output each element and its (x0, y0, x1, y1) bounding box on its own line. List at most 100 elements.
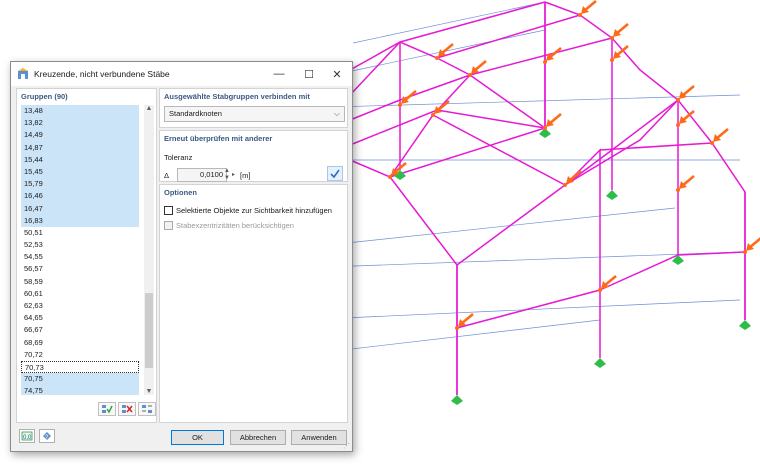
member-line[interactable] (564, 99, 679, 186)
group-list-item[interactable]: 16,47 (21, 202, 139, 215)
dialog-titlebar[interactable]: Kreuzende, nicht verbundene Stäbe — ☐ ✕ (11, 62, 352, 86)
select-all-button[interactable] (98, 402, 116, 416)
scroll-down-icon[interactable]: ▼ (144, 388, 154, 395)
intersection-point[interactable] (563, 183, 567, 187)
group-list-item[interactable]: 15,44 (21, 153, 139, 166)
crossing-members-dialog: Kreuzende, nicht verbundene Stäbe — ☐ ✕ … (10, 61, 353, 452)
group-list-item[interactable]: 58,59 (21, 276, 139, 288)
chevron-down-icon: ⌵ (333, 109, 340, 118)
close-button[interactable]: ✕ (322, 62, 352, 86)
scroll-up-icon[interactable]: ▲ (144, 105, 154, 112)
member-line[interactable] (456, 148, 601, 358)
intersection-point[interactable] (676, 188, 680, 192)
intersection-point[interactable] (676, 98, 680, 102)
invert-selection-icon (142, 405, 152, 413)
group-list-item[interactable]: 14,87 (21, 141, 139, 154)
connect-panel: Ausgewählte Stabgruppen verbinden mit St… (159, 88, 348, 128)
group-list-item[interactable]: 62,63 (21, 300, 139, 312)
apply-button[interactable]: Anwenden (291, 430, 347, 445)
group-list-item[interactable]: 56,57 (21, 263, 139, 275)
member-line[interactable] (399, 1, 546, 43)
group-list-item[interactable]: 14,49 (21, 129, 139, 142)
group-list-item[interactable]: 13,82 (21, 117, 139, 130)
intersection-point[interactable] (435, 56, 439, 60)
help-button[interactable]: ? (39, 429, 55, 443)
intersection-point[interactable] (610, 58, 614, 62)
member-line[interactable] (349, 159, 391, 178)
member-line[interactable] (599, 251, 746, 291)
support-icon (606, 190, 618, 200)
group-list-item[interactable]: 15,45 (21, 165, 139, 179)
intersection-point[interactable] (543, 126, 547, 130)
group-list-item[interactable]: 70,72 (21, 349, 139, 361)
spin-down-icon[interactable]: ▼ (224, 175, 230, 182)
intersection-point[interactable] (578, 13, 582, 17)
groups-list[interactable]: 13,48 13,82 14,49 14,87 15,44 15,45 15,79 16,46… (21, 105, 139, 395)
deselect-all-button[interactable] (118, 402, 136, 416)
maximize-button[interactable]: ☐ (294, 62, 324, 86)
intersection-point[interactable] (743, 250, 747, 254)
group-list-item[interactable]: 50,51 (21, 227, 139, 239)
group-list-item[interactable]: 74,75 (21, 385, 139, 395)
tolerance-label: Toleranz (164, 153, 193, 162)
group-list-item[interactable]: 70,75 (21, 373, 139, 386)
tolerance-value: 0,0100 (200, 170, 223, 179)
recheck-button[interactable] (327, 166, 343, 181)
dialog-title: Kreuzende, nicht verbundene Stäbe (34, 69, 170, 79)
group-list-item[interactable]: 70,73 (21, 360, 139, 374)
help-icon: ? (43, 432, 51, 441)
group-list-item[interactable]: 15,79 (21, 178, 139, 191)
groups-scrollbar[interactable]: ▲ ▼ (144, 105, 154, 395)
minimize-button[interactable]: — (264, 62, 294, 86)
groups-panel: Gruppen (90) 13,48 13,82 14,49 14,87 15,44 15… (16, 88, 157, 423)
intersection-point[interactable] (543, 60, 547, 64)
cancel-button[interactable]: Abbrechen (230, 430, 286, 445)
connect-with-select[interactable]: Standardknoten ⌵ (164, 106, 345, 122)
options-panel: Optionen Selektierte Objekte zur Sichtba… (159, 184, 348, 423)
select-all-icon (102, 405, 113, 414)
group-list-item[interactable]: 13,48 (21, 105, 139, 118)
member-line[interactable] (389, 176, 458, 395)
support-icon (739, 320, 751, 330)
delta-symbol: Δ (164, 171, 170, 180)
tolerance-input[interactable]: 0,0100 (177, 168, 227, 182)
add-visibility-label: Selektierte Objekte zur Sichtbarkeit hin… (176, 206, 332, 215)
maximize-icon: ☐ (304, 68, 314, 81)
intersection-point[interactable] (710, 141, 714, 145)
ok-button[interactable]: OK (171, 430, 224, 445)
member-line[interactable] (469, 37, 613, 76)
group-list-item[interactable]: 64,65 (21, 312, 139, 324)
units-button[interactable]: 0.0 (19, 429, 35, 443)
group-list-item[interactable]: 66,67 (21, 324, 139, 336)
member-line[interactable] (389, 127, 546, 178)
group-list-item[interactable]: 54,55 (21, 251, 139, 263)
intersection-point[interactable] (598, 288, 602, 292)
add-visibility-checkbox[interactable] (164, 206, 173, 215)
member-line[interactable] (544, 1, 746, 320)
spin-up-icon[interactable]: ▲ (224, 168, 230, 175)
minimize-icon: — (273, 68, 285, 80)
intersection-point[interactable] (398, 103, 402, 107)
group-list-item[interactable]: 52,53 (21, 239, 139, 251)
connect-with-value: Standardknoten (169, 109, 222, 118)
intersection-point[interactable] (455, 326, 459, 330)
intersection-point[interactable] (610, 36, 614, 40)
intersection-point[interactable] (388, 175, 392, 179)
tolerance-unit: [m] (240, 171, 251, 180)
step-right-icon[interactable]: ▸ (232, 171, 235, 178)
group-list-item[interactable]: 68,69 (21, 337, 139, 349)
options-header: Optionen (164, 188, 197, 197)
group-list-item[interactable]: 16,83 (21, 214, 139, 227)
scroll-thumb[interactable] (145, 293, 153, 368)
intersection-point[interactable] (468, 73, 472, 77)
member-line[interactable] (389, 74, 471, 178)
member-line[interactable] (349, 109, 546, 146)
group-list-item[interactable]: 60,61 (21, 288, 139, 300)
intersection-point[interactable] (676, 123, 680, 127)
invert-selection-button[interactable] (138, 402, 156, 416)
resize-grip-icon[interactable]: ⋰ (343, 442, 350, 450)
group-list-item[interactable]: 16,46 (21, 190, 139, 203)
intersection-point[interactable] (431, 113, 435, 117)
guide-line (352, 1, 546, 44)
checkmark-icon (330, 169, 340, 179)
